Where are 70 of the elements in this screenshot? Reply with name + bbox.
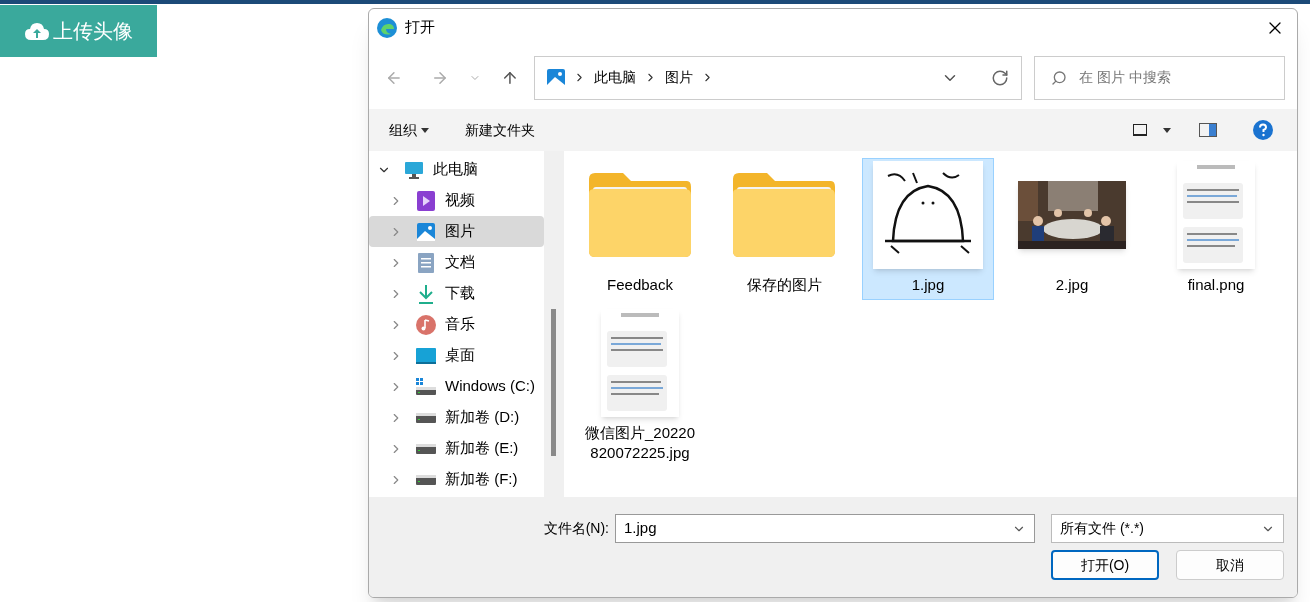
tree-item[interactable]: 图片: [369, 216, 544, 247]
tree-label: 下载: [445, 283, 475, 304]
tree-item[interactable]: Windows (C:): [369, 371, 544, 402]
file-item[interactable]: 保存的图片: [718, 158, 850, 300]
file-item[interactable]: 1.jpg: [862, 158, 994, 300]
document-icon: [418, 252, 434, 273]
tree-item[interactable]: 音乐: [369, 309, 544, 340]
folder-icon: [587, 173, 693, 257]
tree-label: 新加卷 (D:): [445, 407, 520, 428]
tree-item[interactable]: 此电脑: [369, 154, 544, 185]
file-item[interactable]: final.png: [1150, 158, 1282, 300]
organize-button[interactable]: 组织: [389, 119, 429, 141]
folder-icon: [731, 173, 837, 257]
breadcrumb[interactable]: 图片: [665, 67, 694, 88]
tree-label: 新加卷 (F:): [445, 469, 518, 490]
monitor-icon: [404, 160, 424, 179]
tree-label: 图片: [445, 221, 475, 242]
new-folder-button[interactable]: 新建文件夹: [465, 119, 535, 141]
search-placeholder: 在 图片 中搜索: [1078, 68, 1171, 87]
tree-label: 新加卷 (E:): [445, 438, 519, 459]
refresh-icon[interactable]: [990, 68, 1009, 87]
caret-icon: [421, 127, 429, 133]
filetype-dropdown[interactable]: 所有文件 (*.*): [1051, 514, 1284, 543]
drive-icon: [416, 412, 436, 423]
breadcrumb[interactable]: 此电脑: [594, 67, 637, 88]
file-name: 2.jpg: [1054, 275, 1090, 295]
tree-label: 桌面: [445, 345, 475, 366]
tree-item[interactable]: 视频: [369, 185, 544, 216]
tree-label: 视频: [445, 190, 475, 211]
tree-item[interactable]: 新加卷 (E:): [369, 433, 544, 464]
tree-item[interactable]: 新加卷 (F:): [369, 464, 544, 495]
file-name: Feedback: [606, 275, 674, 295]
file-name: 保存的图片: [745, 275, 823, 295]
drive-icon: [416, 474, 436, 485]
help-icon[interactable]: [1253, 120, 1273, 140]
tree-label: 此电脑: [433, 159, 478, 180]
browser-logo-icon: [377, 17, 397, 38]
tree-item[interactable]: 下载: [369, 278, 544, 309]
search-icon: [1050, 69, 1067, 86]
address-bar[interactable]: 此电脑 图片: [534, 55, 1022, 100]
tree-item[interactable]: 文档: [369, 247, 544, 278]
video-icon: [417, 190, 435, 211]
desktop-icon: [416, 347, 436, 364]
image-icon: [547, 68, 566, 87]
download-icon: [418, 283, 434, 304]
tree-item[interactable]: 桌面: [369, 340, 544, 371]
file-item[interactable]: 微信图片_20220820072225.jpg: [574, 306, 706, 468]
tree-label: Windows (C:): [445, 376, 535, 397]
file-item[interactable]: Feedback: [574, 158, 706, 300]
preview-pane-icon[interactable]: [1199, 123, 1217, 137]
filename-field[interactable]: 1.jpg: [615, 514, 1035, 543]
window-title: 打开: [405, 17, 435, 38]
dialog-button[interactable]: 取消: [1176, 550, 1284, 580]
dialog-button[interactable]: 打开(O): [1051, 550, 1159, 580]
file-name: 1.jpg: [910, 275, 946, 295]
file-name: final.png: [1186, 275, 1246, 295]
tree-label: 音乐: [445, 314, 475, 335]
drive-icon: [416, 443, 436, 454]
caret-icon[interactable]: [1163, 127, 1171, 133]
image-icon: [417, 222, 435, 241]
filename-label: 文件名(N):: [543, 519, 609, 538]
cloud-upload-icon: [24, 22, 49, 40]
drive-icon: [416, 377, 436, 396]
file-name: 微信图片_20220820072225.jpg: [583, 423, 697, 463]
search-field[interactable]: 在 图片 中搜索: [1033, 55, 1285, 100]
music-note-icon: [416, 314, 436, 335]
view-icon[interactable]: [1133, 124, 1147, 136]
file-item[interactable]: 2.jpg: [1006, 158, 1138, 300]
tree-item[interactable]: 新加卷 (D:): [369, 402, 544, 433]
tree-label: 文档: [445, 252, 475, 273]
